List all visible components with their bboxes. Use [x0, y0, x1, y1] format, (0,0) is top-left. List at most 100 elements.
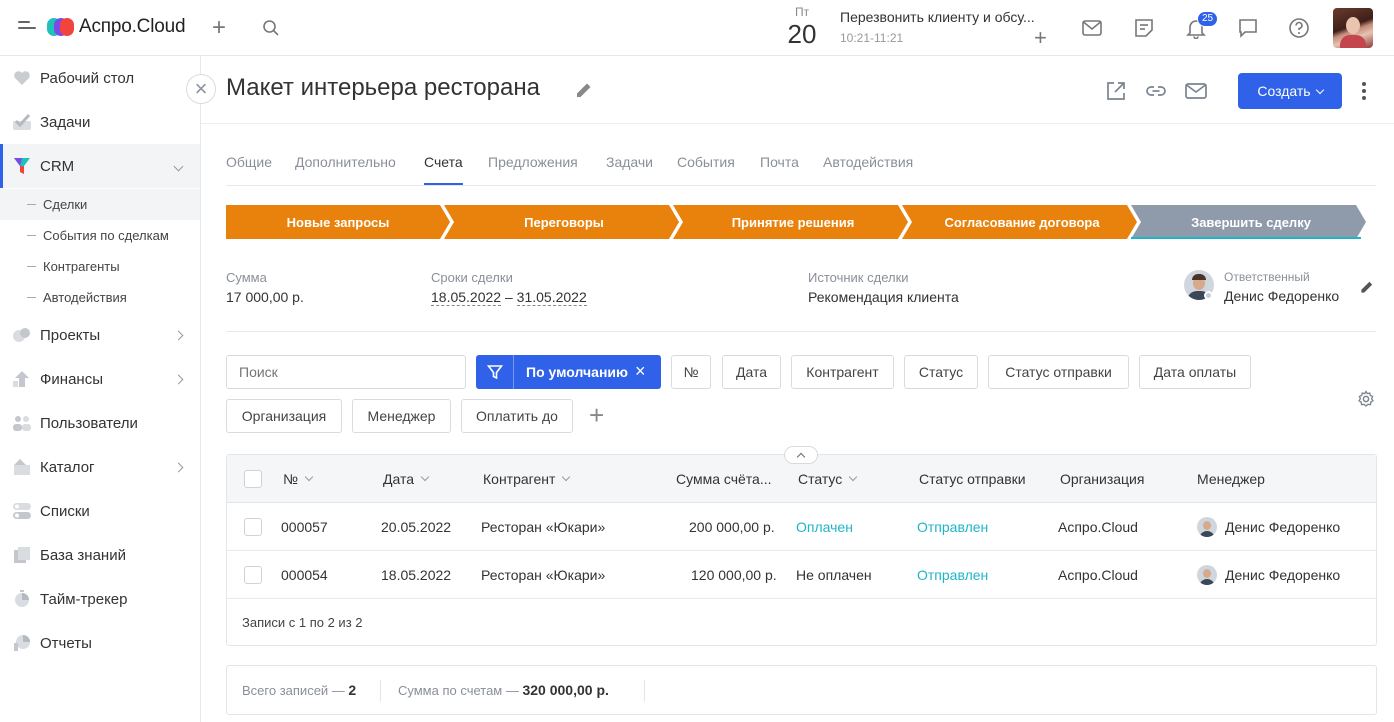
- sidebar-subitem-autoactions[interactable]: Автодействия: [0, 282, 200, 313]
- collapse-filters-button[interactable]: [784, 446, 818, 464]
- help-icon[interactable]: [1288, 17, 1310, 39]
- date-from[interactable]: 18.05.2022: [431, 289, 502, 306]
- edit-title-icon[interactable]: [574, 80, 594, 100]
- filter-chip-payment-date[interactable]: Дата оплаты: [1139, 355, 1251, 389]
- select-all-checkbox[interactable]: [244, 470, 262, 488]
- finance-icon: [13, 371, 29, 387]
- stage-finish-deal[interactable]: Завершить сделку: [1136, 205, 1366, 239]
- sidebar-item-finance[interactable]: Финансы: [0, 357, 200, 401]
- filter-chip-manager[interactable]: Менеджер: [352, 399, 451, 433]
- column-header-label: Менеджер: [1197, 471, 1265, 487]
- calendar-weekday: Пт: [794, 5, 810, 19]
- cell-manager[interactable]: Денис Федоренко: [1225, 519, 1340, 535]
- column-header-label: Организация: [1060, 471, 1145, 487]
- tab-tasks[interactable]: Задачи: [606, 154, 653, 170]
- cell-counterparty[interactable]: Ресторан «Юкари»: [481, 567, 605, 583]
- column-header-status[interactable]: Статус: [798, 471, 858, 487]
- cell-manager[interactable]: Денис Федоренко: [1225, 567, 1340, 583]
- date-separator: –: [504, 289, 513, 305]
- calendar-date[interactable]: Пт 20: [782, 5, 822, 50]
- cell-number[interactable]: 000054: [281, 567, 328, 583]
- tab-invoices[interactable]: Счета: [424, 154, 463, 185]
- chat-icon[interactable]: [1237, 17, 1259, 39]
- open-external-icon[interactable]: [1105, 80, 1127, 102]
- email-icon[interactable]: [1185, 80, 1207, 102]
- tab-offers[interactable]: Предложения: [488, 154, 578, 170]
- close-button[interactable]: ×: [186, 74, 216, 104]
- tab-general[interactable]: Общие: [226, 154, 272, 170]
- sidebar-item-desktop[interactable]: Рабочий стол: [0, 56, 200, 100]
- date-to[interactable]: 31.05.2022: [516, 289, 587, 306]
- total-records-label: Всего записей —: [242, 683, 345, 698]
- upcoming-event[interactable]: Перезвонить клиенту и обсу... 10:21-11:2…: [840, 9, 1060, 45]
- add-event-icon[interactable]: +: [1034, 27, 1047, 49]
- search-input[interactable]: [226, 355, 466, 389]
- quick-add-icon[interactable]: +: [212, 16, 226, 40]
- table-row[interactable]: 000054 18.05.2022 Ресторан «Юкари» 120 0…: [227, 551, 1376, 599]
- filter-chip-status[interactable]: Статус: [904, 355, 978, 389]
- logo[interactable]: Аспро.Cloud: [47, 16, 186, 38]
- more-options-icon[interactable]: [1362, 82, 1366, 103]
- copy-link-icon[interactable]: [1145, 80, 1167, 102]
- tab-mail[interactable]: Почта: [760, 154, 799, 170]
- notes-icon[interactable]: [1133, 17, 1155, 39]
- sidebar-item-label: База знаний: [40, 546, 126, 564]
- edit-responsible-icon[interactable]: [1359, 279, 1375, 295]
- stage-new-requests[interactable]: Новые запросы: [226, 205, 450, 239]
- sidebar-item-reports[interactable]: Отчеты: [0, 621, 200, 665]
- sidebar-subitem-deal-events[interactable]: События по сделкам: [0, 220, 200, 251]
- menu-icon[interactable]: [18, 21, 36, 35]
- tab-autoactions[interactable]: Автодействия: [823, 154, 913, 170]
- column-header-manager[interactable]: Менеджер: [1197, 471, 1265, 487]
- sidebar-item-label: Проекты: [40, 326, 101, 344]
- sidebar-item-tasks[interactable]: Задачи: [0, 100, 200, 144]
- row-checkbox[interactable]: [244, 518, 262, 536]
- column-header-organization[interactable]: Организация: [1060, 471, 1144, 487]
- cell-counterparty[interactable]: Ресторан «Юкари»: [481, 519, 605, 535]
- sidebar-subitem-counterparties[interactable]: Контрагенты: [0, 251, 200, 282]
- add-filter-icon[interactable]: +: [589, 402, 604, 428]
- filter-chip-organization[interactable]: Организация: [226, 399, 342, 433]
- stage-decision[interactable]: Принятие решения: [678, 205, 908, 239]
- cell-number[interactable]: 000057: [281, 519, 328, 535]
- tab-events[interactable]: События: [677, 154, 735, 170]
- column-header-number[interactable]: №: [283, 471, 314, 487]
- filter-chip-number[interactable]: №: [671, 355, 711, 389]
- sidebar-item-lists[interactable]: Списки: [0, 489, 200, 533]
- sidebar-subitem-deals[interactable]: Сделки: [0, 189, 200, 220]
- sort-icon: [304, 472, 314, 482]
- filter-chip-counterparty[interactable]: Контрагент: [791, 355, 894, 389]
- tab-additional[interactable]: Дополнительно: [295, 154, 396, 170]
- create-button[interactable]: Создать: [1238, 73, 1342, 109]
- stage-negotiations[interactable]: Переговоры: [449, 205, 679, 239]
- filter-chip-send-status[interactable]: Статус отправки: [988, 355, 1129, 389]
- sidebar-item-users[interactable]: Пользователи: [0, 401, 200, 445]
- user-avatar[interactable]: [1333, 8, 1373, 48]
- sidebar-item-knowledge[interactable]: База знаний: [0, 533, 200, 577]
- filter-chip-date[interactable]: Дата: [722, 355, 781, 389]
- chevron-down-icon: [1315, 85, 1324, 94]
- sidebar-item-crm[interactable]: CRM: [0, 144, 200, 188]
- manager-avatar: [1197, 517, 1217, 537]
- gear-icon[interactable]: [1357, 390, 1375, 408]
- table-row[interactable]: 000057 20.05.2022 Ресторан «Юкари» 200 0…: [227, 503, 1376, 551]
- column-header-date[interactable]: Дата: [383, 471, 430, 487]
- sidebar-item-catalog[interactable]: Каталог: [0, 445, 200, 489]
- sidebar-item-projects[interactable]: Проекты: [0, 313, 200, 357]
- clear-filter-icon[interactable]: ×: [635, 361, 646, 382]
- search-icon[interactable]: [262, 19, 280, 37]
- top-bar: Аспро.Cloud + Пт 20 Перезвонить клиенту …: [0, 0, 1394, 56]
- row-checkbox[interactable]: [244, 566, 262, 584]
- column-header-sum[interactable]: Сумма счёта...: [676, 471, 772, 487]
- cell-status: Оплачен: [796, 519, 853, 535]
- stage-contract-approval[interactable]: Согласование договора: [907, 205, 1137, 239]
- create-button-label: Создать: [1257, 83, 1311, 99]
- mail-icon[interactable]: [1081, 17, 1103, 39]
- filter-chip-pay-until[interactable]: Оплатить до: [461, 399, 573, 433]
- responsible-value[interactable]: Денис Федоренко: [1224, 288, 1339, 304]
- column-header-counterparty[interactable]: Контрагент: [483, 471, 571, 487]
- filter-preset-button[interactable]: По умолчанию ×: [476, 355, 661, 389]
- sidebar-item-timer[interactable]: Тайм-трекер: [0, 577, 200, 621]
- reports-icon: [14, 635, 30, 651]
- column-header-send-status[interactable]: Статус отправки: [919, 471, 1026, 487]
